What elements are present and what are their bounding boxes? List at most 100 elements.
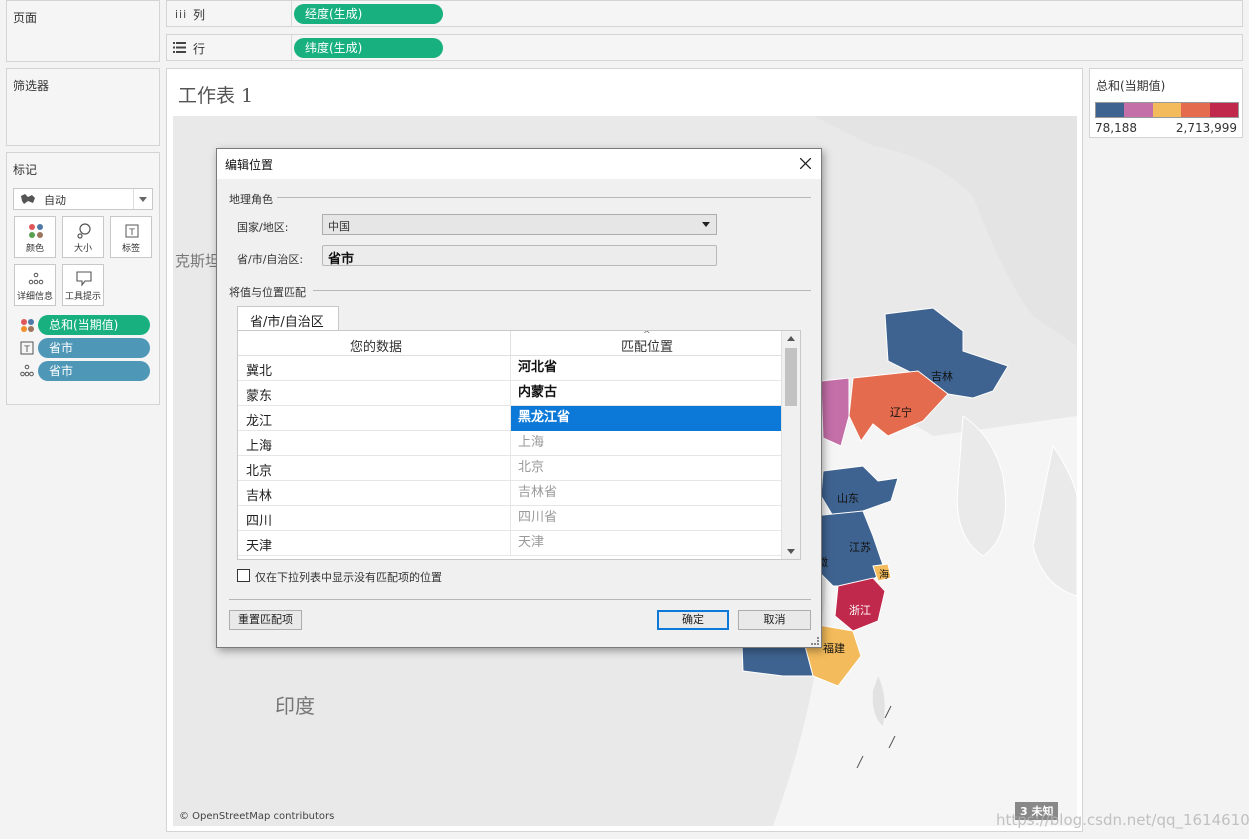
field-pill-province-detail-text: 省市 (49, 364, 74, 378)
mark-type-value: 自动 (44, 194, 66, 207)
table-header: 您的数据 匹配位置 ^ (238, 331, 781, 356)
footer-divider (229, 599, 811, 600)
scroll-thumb[interactable] (785, 348, 797, 406)
dropdown-divider (133, 189, 134, 209)
map-label-shanghai: 海 (879, 570, 889, 581)
section-divider (313, 290, 811, 291)
svg-text:T: T (128, 228, 135, 238)
reset-matches-button[interactable]: 重置匹配项 (229, 610, 302, 630)
columns-shelf[interactable]: iii 列 经度(生成) (166, 0, 1243, 27)
detail-button[interactable]: 详细信息 (14, 264, 56, 306)
row-data: 冀北 (246, 364, 273, 379)
map-icon (21, 194, 35, 204)
row-data: 四川 (246, 514, 273, 529)
svg-text:T: T (23, 345, 30, 355)
row-match-selected[interactable]: 黑龙江省 (510, 406, 781, 431)
table-row[interactable]: 天津 天津 (238, 531, 781, 556)
color-button[interactable]: 颜色 (14, 216, 56, 258)
row-data: 上海 (246, 439, 273, 454)
legend-color-ramp (1095, 102, 1239, 118)
table-row[interactable]: 吉林 吉林省 (238, 481, 781, 506)
marks-panel: 标记 自动 颜色 大小 T 标签 详细信息 工具提示 总和(当期值) T 省市 … (6, 152, 160, 405)
map-label-jiangsu: 江苏 (849, 541, 871, 554)
close-icon[interactable] (800, 158, 811, 169)
columns-icon: iii (175, 8, 188, 21)
row-data: 龙江 (246, 414, 273, 429)
row-match[interactable]: 北京 (510, 456, 781, 481)
legend-swatch (1124, 103, 1153, 117)
reset-matches-label: 重置匹配项 (238, 613, 293, 626)
longitude-pill[interactable]: 经度(生成) (294, 4, 443, 24)
table-row[interactable]: 上海 上海 (238, 431, 781, 456)
row-match[interactable]: 上海 (510, 431, 781, 456)
cancel-button-label: 取消 (763, 613, 786, 626)
scroll-down-icon[interactable] (787, 549, 795, 554)
table-scrollbar[interactable] (781, 331, 800, 559)
tab-province[interactable]: 省/市/自治区 (237, 306, 339, 331)
match-table: 您的数据 匹配位置 ^ 冀北 河北省 蒙东 内蒙古 龙江 黑龙江省 上海 上海 … (237, 330, 801, 560)
table-row[interactable]: 龙江 黑龙江省 (238, 406, 781, 431)
cancel-button[interactable]: 取消 (738, 610, 811, 630)
row-match[interactable]: 内蒙古 (510, 381, 781, 406)
chevron-down-icon (702, 222, 710, 227)
country-select[interactable]: 中国 (322, 214, 717, 235)
table-row[interactable]: 四川 四川省 (238, 506, 781, 531)
map-attribution[interactable]: © OpenStreetMap contributors (179, 811, 334, 822)
scroll-up-icon[interactable] (787, 336, 795, 341)
legend-swatch (1096, 103, 1125, 117)
size-button[interactable]: 大小 (62, 216, 104, 258)
label-icon: T (125, 224, 139, 238)
sheet-title[interactable]: 工作表 1 (178, 81, 253, 108)
dialog-titlebar[interactable]: 编辑位置 (217, 149, 821, 179)
label-icon: T (20, 341, 34, 355)
map-label-jilin: 吉林 (931, 370, 953, 383)
province-field-value: 省市 (328, 252, 355, 267)
legend-swatch (1152, 103, 1182, 117)
tooltip-button-label: 工具提示 (64, 292, 101, 302)
tooltip-button[interactable]: 工具提示 (62, 264, 104, 306)
color-legend[interactable]: 总和(当期值) 78,188 2,713,999 (1089, 68, 1243, 138)
color-button-label: 颜色 (25, 244, 44, 254)
field-pill-sum-value[interactable]: 总和(当期值) (38, 315, 150, 335)
label-button[interactable]: T 标签 (110, 216, 152, 258)
resize-grip-icon[interactable] (811, 637, 819, 645)
unmatched-only-label[interactable]: 仅在下拉列表中显示没有匹配项的位置 (255, 569, 442, 585)
detail-button-label: 详细信息 (16, 292, 53, 302)
ok-button[interactable]: 确定 (657, 610, 729, 630)
row-data: 天津 (246, 539, 273, 554)
tab-province-label: 省/市/自治区 (250, 315, 324, 330)
pages-panel[interactable]: 页面 (6, 0, 160, 62)
legend-min: 78,188 (1095, 121, 1137, 135)
row-data: 吉林 (246, 489, 273, 504)
row-match[interactable]: 河北省 (510, 356, 781, 381)
row-match[interactable]: 天津 (510, 531, 781, 556)
filters-panel[interactable]: 筛选器 (6, 68, 160, 146)
table-row[interactable]: 北京 北京 (238, 456, 781, 481)
table-row[interactable]: 蒙东 内蒙古 (238, 381, 781, 406)
match-section-label: 将值与位置匹配 (229, 286, 306, 299)
unmatched-only-checkbox[interactable] (237, 569, 250, 582)
rows-shelf[interactable]: 行 纬度(生成) (166, 34, 1243, 61)
latitude-pill[interactable]: 纬度(生成) (294, 38, 443, 58)
row-match[interactable]: 吉林省 (510, 481, 781, 506)
longitude-pill-label: 经度(生成) (305, 7, 363, 21)
header-your-data[interactable]: 您的数据 (350, 336, 402, 355)
field-pill-province-label-text: 省市 (49, 341, 74, 355)
map-label-india: 印度 (275, 694, 315, 718)
row-match[interactable]: 四川省 (510, 506, 781, 531)
color-dots-icon (29, 224, 43, 238)
map-label-zhejiang: 浙江 (849, 604, 871, 617)
section-divider (277, 197, 811, 198)
mark-type-dropdown[interactable]: 自动 (13, 188, 153, 210)
province-label: 省/市/自治区: (237, 253, 304, 266)
field-pill-province-detail[interactable]: 省市 (38, 361, 150, 381)
marks-title: 标记 (13, 163, 38, 177)
geo-role-section-label: 地理角色 (229, 193, 273, 206)
country-label: 国家/地区: (237, 221, 289, 234)
province-field: 省市 (322, 245, 717, 267)
field-pill-province-label[interactable]: 省市 (38, 338, 150, 358)
table-row[interactable]: 冀北 河北省 (238, 356, 781, 381)
map-label-fujian: 福建 (823, 642, 845, 655)
watermark: https://blog.csdn.net/qq_16146103 (996, 811, 1249, 829)
detail-icon (28, 272, 44, 285)
